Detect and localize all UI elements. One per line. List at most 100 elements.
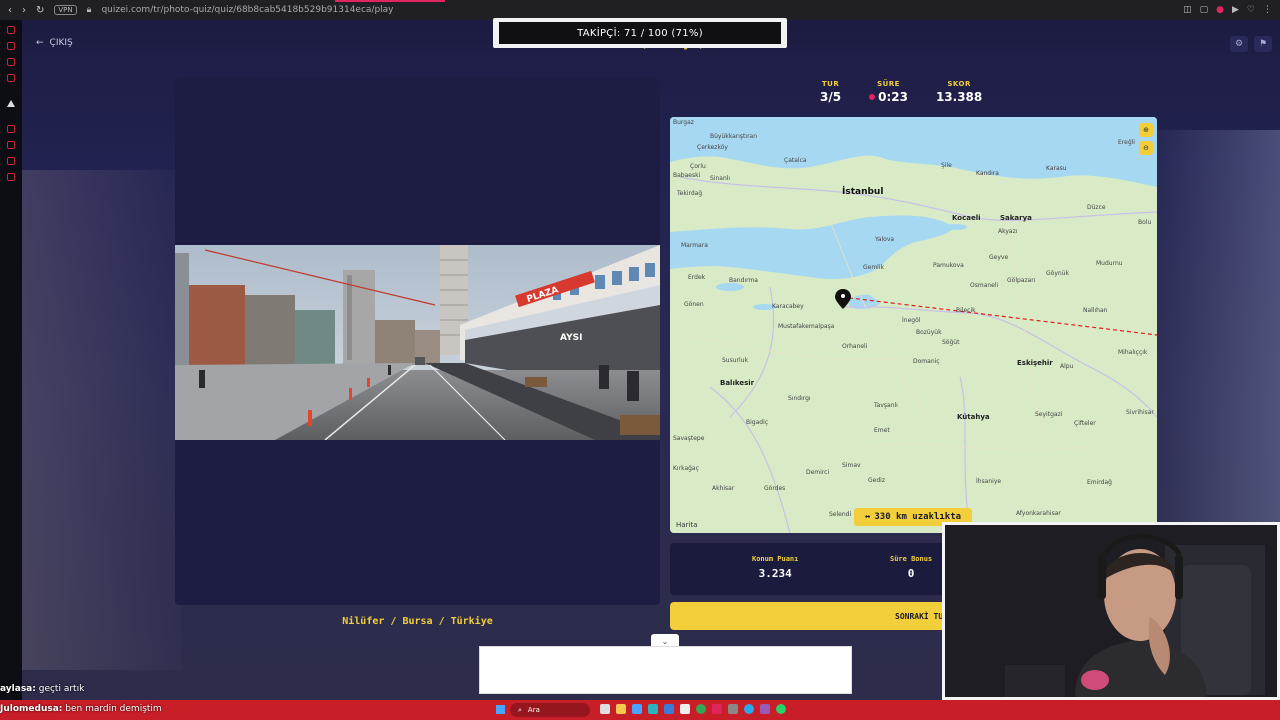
play-icon[interactable]: ▶: [1232, 5, 1239, 15]
menu-icon[interactable]: ⋮: [1263, 5, 1272, 15]
app-icon[interactable]: [7, 26, 15, 34]
map-label: Simav: [842, 462, 861, 469]
extension-icon[interactable]: ◫: [1183, 5, 1192, 15]
app-icon[interactable]: [7, 74, 15, 82]
map-label: Bozüyük: [916, 329, 942, 336]
map-label: Emet: [874, 427, 890, 434]
app-icon[interactable]: [7, 141, 15, 149]
map-label: Ereğli: [1118, 139, 1135, 146]
record-icon[interactable]: ●: [1216, 5, 1224, 15]
map-label: Büyükkarıştıran: [710, 133, 758, 140]
map-label: Akyazı: [998, 228, 1018, 235]
score-label: SKOR: [947, 80, 971, 88]
app-icon[interactable]: [648, 704, 658, 714]
browser-extensions: ◫ ▢ ● ▶ ♡ ⋮: [1183, 5, 1272, 15]
app-icon[interactable]: [7, 125, 15, 133]
photo-panel: PLAZA AYSI: [175, 78, 660, 605]
browser-toolbar: ‹ › ↻ VPN 🔒︎ quizei.com/tr/photo-quiz/qu…: [0, 0, 1280, 20]
photo-location-label: Nilüfer / Bursa / Türkiye: [342, 616, 493, 627]
map-label: Geyve: [989, 254, 1009, 261]
app-icon[interactable]: [7, 157, 15, 165]
follower-goal-text: TAKİPÇİ: 71 / 100 (71%): [499, 22, 781, 44]
map-label: Tavşanlı: [874, 402, 898, 409]
loading-bar: [335, 0, 445, 2]
app-icon[interactable]: [712, 704, 722, 714]
map-label: Savaştepe: [673, 435, 705, 442]
map-label: Balıkesir: [720, 379, 755, 387]
zoom-out-icon[interactable]: ⊖: [1139, 141, 1153, 155]
next-round-button[interactable]: SONRAKİ TUR: [670, 602, 960, 630]
map-label: Domaniç: [913, 358, 940, 365]
map-label: Şile: [941, 162, 952, 169]
app-icon[interactable]: [7, 58, 15, 66]
time-stat: SÜRE 0:23: [869, 80, 908, 104]
chat-message: aylasa: geçti artık: [0, 684, 84, 694]
map-label: Marmara: [681, 242, 708, 249]
map-label: Akhisar: [712, 485, 735, 492]
map-label: Orhaneli: [842, 343, 868, 350]
back-icon[interactable]: ‹: [8, 5, 12, 16]
forward-icon[interactable]: ›: [22, 5, 26, 16]
app-icon[interactable]: [632, 704, 642, 714]
settings-icon[interactable]: ⚙: [1230, 36, 1248, 52]
task-view-icon[interactable]: [600, 704, 610, 714]
street-photo[interactable]: PLAZA AYSI: [175, 245, 660, 440]
round-label: TUR: [821, 80, 840, 88]
map-label: Gördes: [764, 485, 786, 492]
flag-icon[interactable]: ⚑: [1254, 36, 1272, 52]
map-attribution: Harita: [676, 521, 697, 529]
webcam-overlay: [942, 522, 1280, 700]
vpn-badge[interactable]: VPN: [54, 5, 77, 15]
lock-icon: 🔒︎: [86, 5, 92, 15]
map-label: Mihalıççık: [1118, 349, 1148, 356]
map-label: Bolu: [1138, 219, 1152, 226]
street-photo-image: PLAZA AYSI: [175, 245, 660, 440]
map-label: Çifteler: [1074, 420, 1096, 427]
folder-icon[interactable]: [616, 704, 626, 714]
map-label: Sinanlı: [710, 175, 731, 182]
map-label: Karacabey: [772, 303, 804, 310]
app-icon[interactable]: [7, 173, 15, 181]
extension-icon[interactable]: ▢: [1200, 5, 1209, 15]
map-label: Çerkezköy: [697, 144, 728, 151]
app-icon[interactable]: [680, 704, 690, 714]
exit-button[interactable]: ← ÇIKIŞ: [36, 38, 73, 48]
guess-map[interactable]: İstanbul Kocaeli Sakarya Eskişehir Balık…: [670, 117, 1157, 533]
map-label: Kırkağaç: [673, 465, 699, 472]
time-value-wrap: 0:23: [869, 90, 908, 104]
address-bar[interactable]: quizei.com/tr/photo-quiz/quiz/68b8cab541…: [101, 5, 393, 15]
time-label: SÜRE: [877, 80, 900, 88]
app-icon[interactable]: [728, 704, 738, 714]
webcam-image: [945, 525, 1277, 697]
chat-username: Julomedusa:: [0, 704, 63, 714]
app-icon[interactable]: [7, 42, 15, 50]
map-label: Gediz: [868, 477, 885, 484]
map-label: Seyitgazi: [1035, 411, 1063, 418]
whatsapp-icon[interactable]: [776, 704, 786, 714]
map-label: Karasu: [1046, 165, 1067, 172]
map-label: İhsaniye: [976, 478, 1002, 485]
time-bonus: Süre Bonus 0: [890, 555, 932, 580]
reload-icon[interactable]: ↻: [36, 5, 44, 16]
zoom-in-icon[interactable]: ⊕: [1139, 123, 1153, 137]
chrome-icon[interactable]: [696, 704, 706, 714]
app-icon[interactable]: [664, 704, 674, 714]
search-icon: ⌕: [518, 705, 522, 714]
map-label: Osmaneli: [970, 282, 999, 289]
map-label: Bigadiç: [746, 419, 769, 426]
arrow-up-icon[interactable]: [7, 100, 15, 107]
app-sidebar: [0, 20, 22, 700]
background-blur-left: [22, 170, 182, 670]
map-label: Selendi: [829, 511, 852, 518]
windows-start-icon[interactable]: [496, 705, 505, 714]
chat-text: ben mardin demiştim: [65, 704, 162, 714]
chat-message: Julomedusa: ben mardin demiştim: [0, 704, 162, 714]
map-label: Tekirdağ: [677, 190, 703, 197]
app-icon[interactable]: [760, 704, 770, 714]
telegram-icon[interactable]: [744, 704, 754, 714]
taskbar-search[interactable]: ⌕ Ara: [510, 703, 590, 717]
map-label: Kandıra: [976, 170, 999, 177]
time-value: 0:23: [878, 90, 908, 104]
time-bonus-label: Süre Bonus: [890, 555, 933, 563]
heart-icon[interactable]: ♡: [1247, 5, 1255, 15]
